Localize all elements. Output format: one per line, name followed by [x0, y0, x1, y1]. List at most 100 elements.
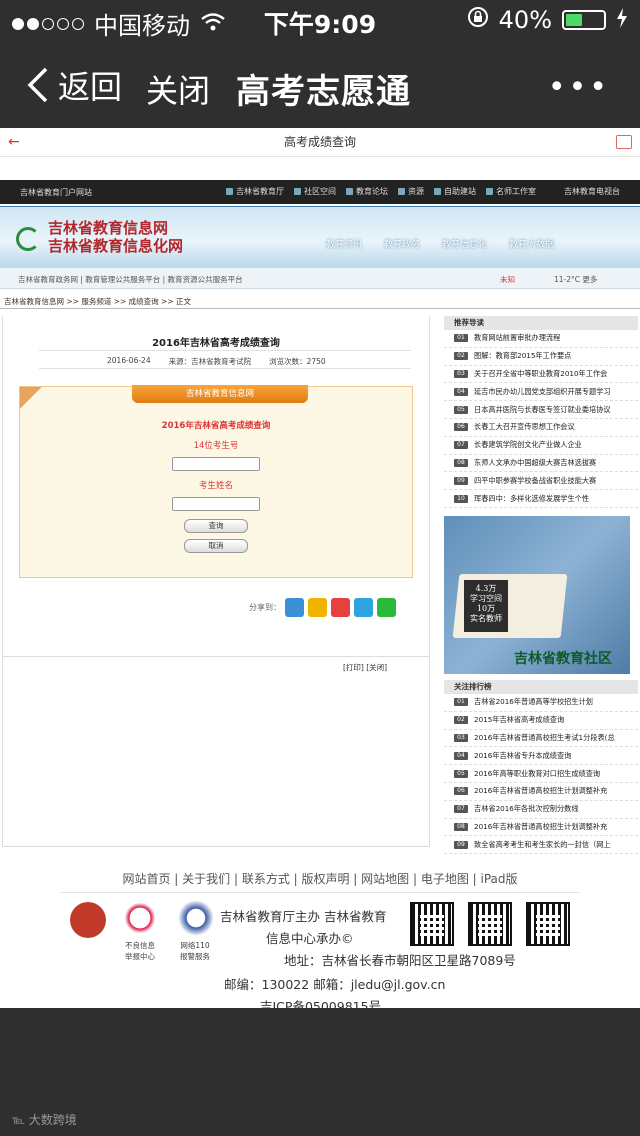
form-tab: 吉林省教育信息网 — [132, 385, 308, 403]
list-item-label: 长春建筑学院创文化产业做人企业 — [474, 440, 582, 450]
footer-host2: 信息中心承办© — [266, 931, 354, 946]
rank-number: 08 — [454, 458, 468, 467]
police-110-icon[interactable] — [178, 900, 214, 936]
corner-decoration — [20, 387, 42, 409]
list-item[interactable]: 03 2016年吉林省普通高校招生考试1分段表(总 — [444, 730, 638, 748]
article-source: 来源：吉林省教育考试院 — [168, 357, 252, 366]
arrow-left-icon[interactable]: ← — [8, 128, 20, 156]
tv-link[interactable]: 吉林教育电视台 — [564, 186, 620, 197]
top-link[interactable]: 教育论坛 — [346, 186, 388, 197]
footer-nav[interactable]: 网站首页 | 关于我们 | 联系方式 | 版权声明 | 网站地图 | 电子地图 … — [0, 870, 640, 887]
site-top-bar: 吉林省教育门户网站 吉林省教育厅 社区空间 教育论坛 资源 自助建站 名师工作室… — [0, 180, 640, 204]
list-item[interactable]: 10 珲春四中：多样化选修发展学生个性 — [444, 490, 638, 508]
graduation-cap-icon[interactable] — [616, 135, 632, 149]
divider — [3, 656, 429, 657]
print-close-links[interactable]: [打印] [关闭] — [343, 662, 387, 673]
list-item[interactable]: 08 2016年吉林省普通高校招生计划调整补充 — [444, 819, 638, 837]
candidate-id-label: 14位考生号 — [193, 441, 239, 451]
candidate-name-input[interactable] — [172, 497, 260, 511]
platform-links[interactable]: 吉林省教育政务网 | 教育管理公共服务平台 | 教育资源公共服务平台 — [18, 274, 243, 285]
ad-stat-label: 实名教师 — [470, 613, 502, 623]
top-link[interactable]: 资源 — [398, 186, 424, 197]
back-button[interactable]: 返回 — [26, 62, 122, 108]
rank-number: 03 — [454, 369, 468, 378]
battery-icon — [562, 10, 606, 30]
list-item[interactable]: 09 四平中职参赛学校备战省职业技能大赛 — [444, 472, 638, 491]
list-item[interactable]: 06 2016年吉林省普通高校招生计划调整补充 — [444, 783, 638, 801]
menu-item[interactable]: 教育政务 — [384, 237, 420, 250]
list-item-label: 长春工大召开宣传思想工作会议 — [474, 422, 575, 432]
ad-stat: 4.3万 — [475, 583, 497, 593]
list-item[interactable]: 06 长春工大召开宣传思想工作会议 — [444, 419, 638, 437]
menu-item[interactable]: 教育信息化 — [442, 237, 487, 250]
webview-header: ← 高考成绩查询 — [0, 128, 640, 157]
list-item-label: 关于召开全省中等职业教育2010年工作会 — [474, 368, 608, 378]
share-wechat-icon[interactable] — [377, 598, 396, 617]
report-center-icon[interactable] — [122, 900, 158, 936]
footer-postcode: 邮编：130022 邮箱：jledu@jl.gov.cn — [224, 977, 446, 992]
cancel-button[interactable]: 取消 — [184, 539, 248, 553]
list-item[interactable]: 02 图解：教育部2015年工作要点 — [444, 348, 638, 366]
qr-code-icon — [526, 902, 570, 946]
footer-icp[interactable]: 吉ICP备05009815号 — [260, 996, 381, 1008]
share-bar: 分享到： — [249, 598, 396, 617]
menu-item[interactable]: 教育资讯 — [326, 237, 362, 250]
close-button[interactable]: 关闭 — [146, 66, 210, 112]
top-link[interactable]: 名师工作室 — [486, 186, 536, 197]
list-item[interactable]: 03 关于召开全省中等职业教育2010年工作会 — [444, 366, 638, 384]
share-tencent-weibo-icon[interactable] — [354, 598, 373, 617]
police-110-label: 网络110 报警服务 — [180, 941, 210, 961]
more-button[interactable]: ••• — [548, 70, 610, 105]
list-item-label: 东师人文承办中国超级大赛吉林选拔赛 — [474, 457, 597, 467]
rank-number: 05 — [454, 769, 468, 778]
share-weibo-icon[interactable] — [331, 598, 350, 617]
list-item[interactable]: 08 东师人文承办中国超级大赛吉林选拔赛 — [444, 455, 638, 473]
rank-number: 10 — [454, 494, 468, 503]
score-query-form: 吉林省教育信息网 2016年吉林省高考成绩查询 14位考生号 考生姓名 查询 取… — [19, 385, 413, 578]
list-item-label: 2016年吉林省专升本成绩查询 — [474, 750, 572, 760]
community-ad[interactable]: 4.3万 学习空间 10万 实名教师 吉林省教育社区 — [444, 515, 630, 674]
rank-number: 06 — [454, 423, 468, 432]
top-link[interactable]: 社区空间 — [294, 186, 336, 197]
rotation-lock-icon — [467, 6, 489, 34]
weather: 未知 — [500, 275, 515, 284]
list-item[interactable]: 01 教育网站前置审批办理流程 — [444, 330, 638, 348]
status-right: 40% — [467, 6, 628, 34]
credit-badge-icon[interactable] — [70, 902, 106, 938]
list-item-label: 2016年吉林省普通高校招生考试1分段表(总 — [474, 732, 615, 742]
list-item[interactable]: 05 2016年高等职业教育对口招生成绩查询 — [444, 765, 638, 783]
ad-stat-label: 学习空间 — [470, 593, 502, 603]
list-item[interactable]: 01 吉林省2016年普通高等学校招生计划 — [444, 694, 638, 712]
list-item-label: 致全省高考考生和考生家长的一封信（网上 — [474, 839, 611, 849]
candidate-id-input[interactable] — [172, 457, 260, 471]
rank-number: 07 — [454, 441, 468, 450]
list-item[interactable]: 05 日本高井医院与长春医专签订就业委培协议 — [444, 401, 638, 419]
nav-bar: 返回 关闭 高考志愿通 ••• — [0, 40, 640, 128]
list-item[interactable]: 02 2015年吉林省高考成绩查询 — [444, 712, 638, 730]
top-link[interactable]: 吉林省教育厅 — [226, 186, 284, 197]
share-plus-icon[interactable] — [285, 598, 304, 617]
site-brand[interactable]: 吉林省教育信息网 吉林省教育信息化网 — [48, 219, 183, 255]
list-item[interactable]: 07 吉林省2016年各批次控制分数线 — [444, 801, 638, 819]
list-item-label: 日本高井医院与长春医专签订就业委培协议 — [474, 404, 611, 414]
list-item[interactable]: 04 2016年吉林省专升本成绩查询 — [444, 747, 638, 766]
back-label: 返回 — [58, 68, 123, 106]
share-label: 分享到： — [249, 603, 281, 612]
top-links: 吉林省教育厅 社区空间 教育论坛 资源 自助建站 名师工作室 — [226, 186, 536, 197]
recommend-title: 推荐导读 — [444, 316, 638, 330]
query-button[interactable]: 查询 — [184, 519, 248, 533]
rank-number: 09 — [454, 476, 468, 485]
article-title: 2016年吉林省高考成绩查询 — [152, 338, 280, 349]
share-qzone-icon[interactable] — [308, 598, 327, 617]
top-link[interactable]: 自助建站 — [434, 186, 476, 197]
list-item[interactable]: 04 延吉市民办幼儿园党支部组织开展专题学习 — [444, 383, 638, 402]
menu-item[interactable]: 教育大数据 — [509, 237, 554, 250]
list-item[interactable]: 07 长春建筑学院创文化产业做人企业 — [444, 437, 638, 455]
breadcrumb[interactable]: 吉林省教育信息网 >> 服务频道 >> 成绩查询 >> 正文 — [4, 296, 191, 307]
candidate-name-label: 考生姓名 — [198, 481, 233, 491]
rank-title: 关注排行榜 — [444, 679, 638, 694]
form-heading: 2016年吉林省高考成绩查询 — [161, 421, 271, 431]
site-footer: 网站首页 | 关于我们 | 联系方式 | 版权声明 | 网站地图 | 电子地图 … — [0, 856, 640, 1008]
list-item[interactable]: 09 致全省高考考生和考生家长的一封信（网上 — [444, 836, 638, 855]
temperature[interactable]: 11-2°C 更多 — [554, 274, 597, 285]
